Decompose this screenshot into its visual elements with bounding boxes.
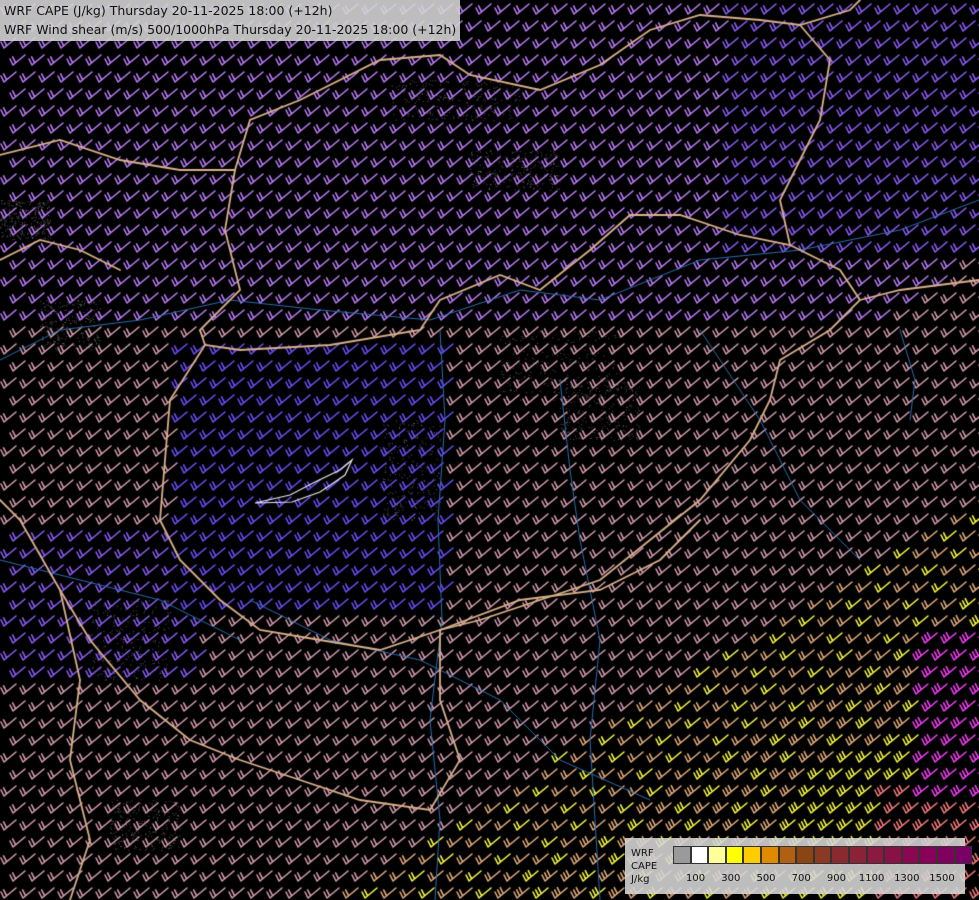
legend-swatch (813, 846, 832, 864)
legend-swatch (848, 846, 867, 864)
legend-swatch (901, 846, 920, 864)
legend-color-scale (673, 846, 973, 864)
legend-tick: 1300 (894, 873, 920, 884)
legend-swatch (866, 846, 885, 864)
legend-unit-label: J/kg (631, 874, 650, 885)
legend-swatch (831, 846, 849, 864)
legend-tick: 900 (826, 873, 846, 884)
legend-swatch (725, 846, 744, 864)
legend-swatch (884, 846, 902, 864)
legend-tick: 100 (686, 873, 706, 884)
legend-swatch (919, 846, 937, 864)
legend-swatch (743, 846, 761, 864)
legend-swatch (760, 846, 779, 864)
legend-model-label: WRF (631, 848, 654, 859)
map-canvas (0, 0, 979, 900)
legend-swatch (690, 846, 709, 864)
wind-shear-title: WRF Wind shear (m/s) 500/1000hPa Thursda… (4, 22, 457, 37)
cape-title: WRF CAPE (J/kg) Thursday 20-11-2025 18:0… (4, 3, 333, 18)
cape-legend: WRF CAPE J/kg 100 300 500 700 900 1100 1300 150… (625, 838, 973, 894)
legend-swatch (673, 846, 691, 864)
legend-tick: 700 (791, 873, 811, 884)
legend-swatch (936, 846, 955, 864)
legend-swatch (708, 846, 726, 864)
legend-swatch (954, 846, 973, 864)
legend-swatch (778, 846, 797, 864)
legend-tick: 500 (756, 873, 776, 884)
legend-tick: 1500 (929, 873, 955, 884)
legend-tick: 300 (721, 873, 741, 884)
legend-tick: 1100 (858, 873, 885, 884)
map-title-box: WRF CAPE (J/kg) Thursday 20-11-2025 18:0… (0, 0, 461, 41)
legend-tick-labels: 100 300 500 700 900 1100 1300 1500 (673, 873, 963, 887)
legend-labels: WRF CAPE J/kg (631, 847, 675, 886)
legend-swatch (796, 846, 814, 864)
legend-variable-label: CAPE (631, 861, 658, 872)
